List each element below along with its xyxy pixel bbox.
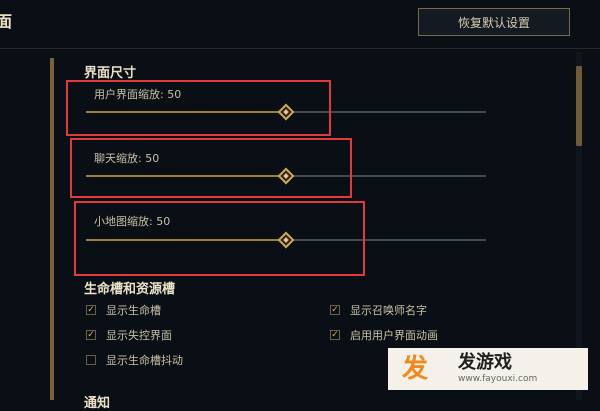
option-show-summoner-name[interactable]: ✓ 显示召唤师名字 — [330, 302, 427, 318]
option-enable-ui-animation[interactable]: ✓ 启用用户界面动画 — [330, 327, 438, 343]
highlight-box-ui-scale — [66, 80, 331, 136]
section-title-health-bars: 生命槽和资源槽 — [84, 282, 176, 297]
option-label: 启用用户界面动画 — [350, 329, 438, 342]
option-show-loss-of-control[interactable]: ✓ 显示失控界面 — [86, 327, 172, 343]
checkbox-checked-icon[interactable]: ✓ — [330, 330, 340, 340]
section-title-interface-size: 界面尺寸 — [84, 66, 137, 81]
reset-defaults-button[interactable]: 恢复默认设置 — [418, 8, 570, 36]
header-divider — [0, 48, 600, 49]
highlight-box-minimap-scale — [74, 201, 365, 276]
option-label: 显示召唤师名字 — [350, 304, 427, 317]
option-label: 显示失控界面 — [106, 329, 172, 342]
watermark: 发 发游戏 www.fayouxi.com — [388, 348, 588, 390]
watermark-brand: 发游戏 — [458, 352, 512, 373]
option-show-health-bar[interactable]: ✓ 显示生命槽 — [86, 302, 161, 318]
checkbox-checked-icon[interactable]: ✓ — [86, 305, 96, 315]
watermark-logo-icon: 发 — [402, 354, 429, 384]
left-rail — [50, 58, 54, 400]
watermark-url: www.fayouxi.com — [458, 374, 538, 384]
section-title-notifications: 通知 — [84, 396, 111, 411]
window-title: 面 — [0, 12, 13, 31]
highlight-box-chat-scale — [70, 138, 352, 198]
checkbox-checked-icon[interactable]: ✓ — [330, 305, 340, 315]
scrollbar-thumb[interactable] — [576, 66, 582, 146]
option-label: 显示生命槽 — [106, 304, 161, 317]
checkbox-checked-icon[interactable]: ✓ — [86, 330, 96, 340]
checkbox-unchecked-icon[interactable] — [86, 355, 96, 365]
option-show-health-bar-shake[interactable]: 显示生命槽抖动 — [86, 352, 183, 368]
option-label: 显示生命槽抖动 — [106, 354, 183, 367]
